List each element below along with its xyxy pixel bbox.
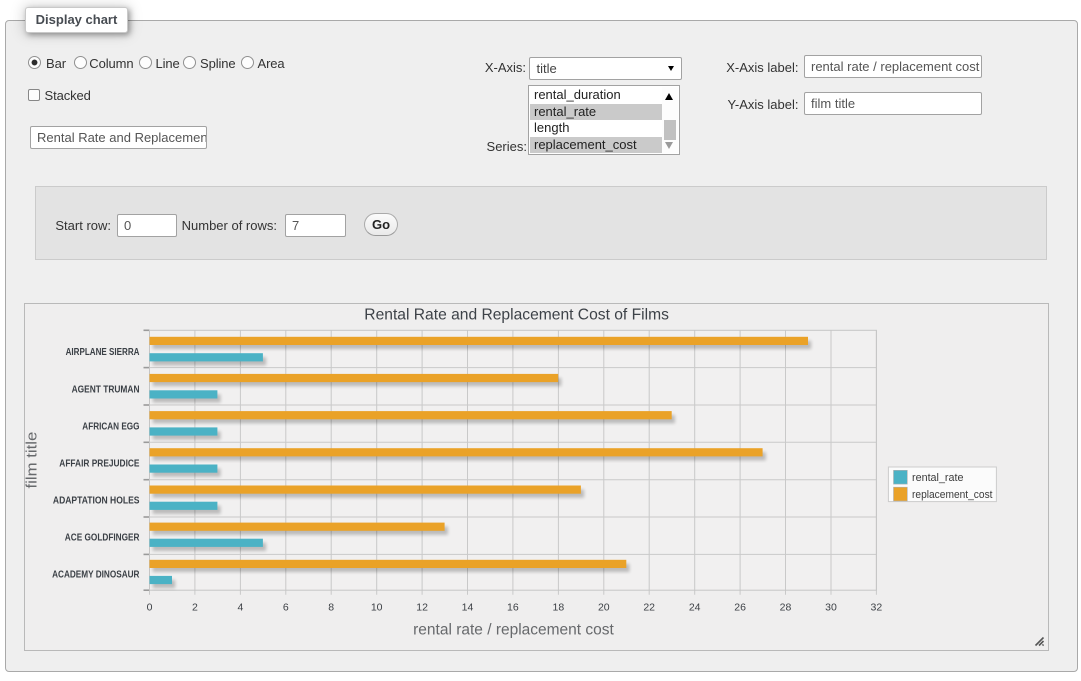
svg-text:14: 14: [462, 601, 474, 613]
svg-text:AFFAIR PREJUDICE: AFFAIR PREJUDICE: [59, 458, 139, 469]
svg-text:2: 2: [192, 601, 198, 613]
svg-text:10: 10: [371, 601, 383, 613]
svg-text:Rental Rate and Replacement Co: Rental Rate and Replacement Cost of Film…: [364, 307, 669, 324]
svg-text:30: 30: [825, 601, 837, 613]
svg-text:32: 32: [871, 601, 883, 613]
svg-text:ACADEMY DINOSAUR: ACADEMY DINOSAUR: [52, 570, 140, 581]
svg-text:20: 20: [598, 601, 610, 613]
svg-text:12: 12: [416, 601, 428, 613]
svg-text:AGENT TRUMAN: AGENT TRUMAN: [72, 384, 140, 395]
svg-text:24: 24: [689, 601, 701, 613]
svg-text:22: 22: [643, 601, 655, 613]
svg-text:8: 8: [328, 601, 334, 613]
svg-text:replacement_cost: replacement_cost: [912, 489, 993, 501]
svg-text:ACE GOLDFINGER: ACE GOLDFINGER: [65, 533, 140, 544]
svg-text:18: 18: [553, 601, 565, 613]
svg-text:0: 0: [147, 601, 153, 613]
svg-text:film title: film title: [24, 432, 41, 489]
svg-text:4: 4: [237, 601, 243, 613]
svg-text:28: 28: [780, 601, 792, 613]
svg-text:26: 26: [734, 601, 746, 613]
svg-text:rental_rate: rental_rate: [912, 472, 964, 484]
svg-text:AIRPLANE SIERRA: AIRPLANE SIERRA: [66, 347, 140, 358]
svg-text:16: 16: [507, 601, 519, 613]
svg-text:6: 6: [283, 601, 289, 613]
svg-text:AFRICAN EGG: AFRICAN EGG: [82, 421, 139, 432]
svg-text:ADAPTATION HOLES: ADAPTATION HOLES: [53, 496, 140, 507]
svg-text:rental rate / replacement cost: rental rate / replacement cost: [413, 622, 614, 639]
